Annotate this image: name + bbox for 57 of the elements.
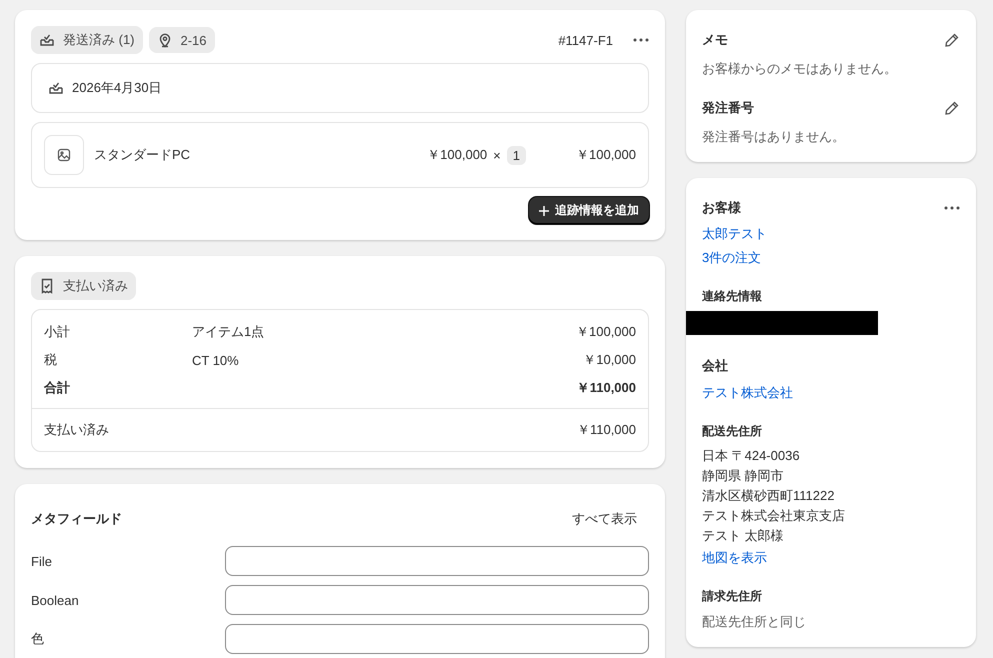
- status-badge: 支払い済み: [31, 272, 136, 300]
- section-title: 会社: [702, 357, 729, 375]
- input-field[interactable]: [225, 624, 649, 654]
- company-link[interactable]: テスト株式会社: [702, 381, 960, 405]
- map-link[interactable]: 地図を表示: [702, 546, 960, 570]
- address-line: テスト 太郎様: [702, 527, 785, 545]
- section-title: 配送先住所: [702, 423, 763, 440]
- section-title: 発注番号: [702, 99, 754, 117]
- product-name: スタンダードPC: [94, 146, 190, 164]
- card-title: メタフィールド: [31, 510, 122, 528]
- receipt-check-icon: [39, 278, 55, 294]
- line-total: ￥100,000: [575, 146, 636, 164]
- field-label: 色: [31, 630, 45, 648]
- delivery-tray-icon: [48, 80, 64, 96]
- paid-label: 支払い済み: [44, 421, 109, 439]
- field-label: File: [31, 554, 53, 568]
- summary-label: 税: [44, 351, 58, 369]
- field-label: Boolean: [31, 592, 80, 608]
- summary-amount: ￥100,000: [576, 323, 636, 341]
- section-title: メモ: [702, 31, 728, 49]
- show-all-button[interactable]: すべて表示: [560, 506, 649, 532]
- summary-amount: ￥110,000: [576, 379, 636, 397]
- status-badge: 発送済み (1): [31, 26, 142, 54]
- unit-price: ￥100,000: [427, 146, 488, 164]
- address-line: テスト株式会社東京支店: [702, 507, 846, 525]
- image-icon: [57, 148, 71, 162]
- pencil-icon[interactable]: [944, 100, 960, 116]
- empty-text: 発注番号はありません。: [702, 128, 846, 146]
- address-line: 清水区横砂西町111222: [702, 487, 836, 505]
- address-line: 日本 〒424-0036: [702, 447, 801, 465]
- billing-text: 配送先住所と同じ: [702, 613, 807, 631]
- summary-detail: アイテム1点: [192, 323, 266, 341]
- summary-detail: CT 10%: [192, 352, 240, 368]
- more-icon[interactable]: [944, 206, 960, 210]
- delivery-date: 2026年4月30日: [72, 79, 162, 97]
- empty-text: お客様からのメモはありません。: [702, 60, 898, 78]
- quantity-badge: 1: [506, 146, 526, 164]
- section-title: 請求先住所: [702, 588, 763, 605]
- customer-name-link[interactable]: 太郎テスト: [702, 222, 960, 246]
- add-tracking-button[interactable]: 追跡情報を追加: [529, 197, 649, 224]
- pencil-icon[interactable]: [944, 32, 960, 48]
- summary-amount: ￥10,000: [583, 351, 636, 369]
- paid-amount: ￥110,000: [576, 421, 636, 439]
- input-field[interactable]: [225, 585, 649, 615]
- address-line: 静岡県 静岡市: [702, 467, 785, 485]
- shipped-tray-icon: [39, 32, 55, 48]
- summary-label: 合計: [44, 379, 71, 397]
- plus-icon: [539, 206, 549, 216]
- multiply-sign: ×: [493, 148, 501, 162]
- fulfillment-number: #1147-F1: [558, 32, 613, 48]
- status-badge: 2-16: [148, 27, 215, 53]
- input-field[interactable]: [225, 546, 649, 576]
- more-icon[interactable]: [633, 38, 649, 42]
- section-title: 連絡先情報: [702, 288, 763, 305]
- orders-link[interactable]: 3件の注文: [702, 246, 960, 270]
- section-title: お客様: [702, 199, 741, 217]
- summary-label: 小計: [44, 323, 71, 341]
